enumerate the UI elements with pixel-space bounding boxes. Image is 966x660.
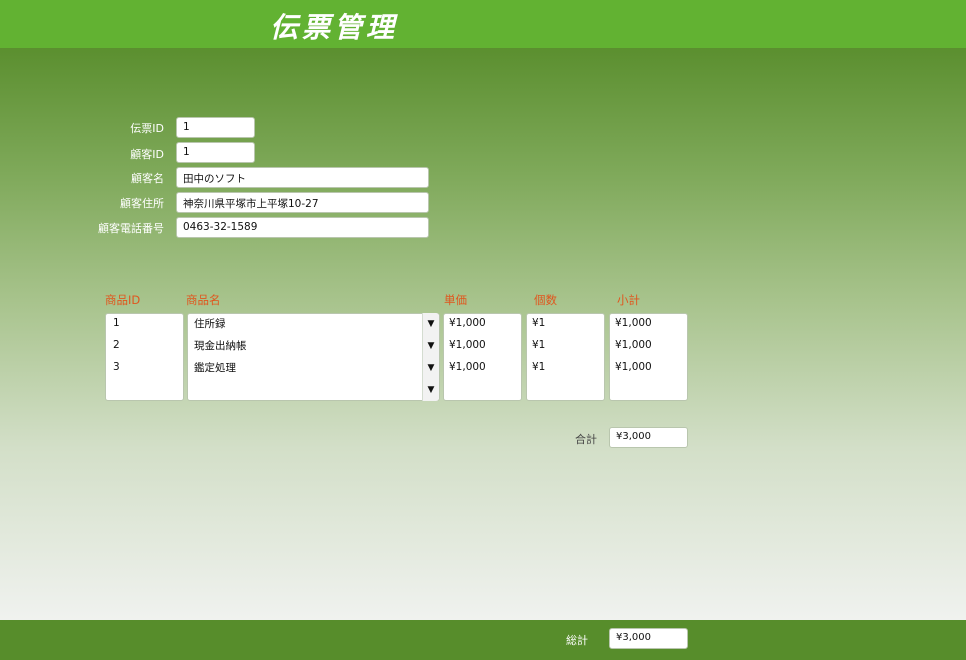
dropdown-arrow-icon[interactable]: ▼ <box>423 336 439 356</box>
dropdown-arrow-icon[interactable]: ▼ <box>423 314 439 334</box>
product-id-cell[interactable]: 3 <box>113 361 120 379</box>
customer-address-field[interactable]: 神奈川県平塚市上平塚10-27 <box>176 192 429 213</box>
col-header-product-name: 商品名 <box>186 293 221 307</box>
footer-bar: 総計 ¥3,000 <box>0 620 966 660</box>
customer-phone-label: 顧客電話番号 <box>98 222 164 235</box>
product-name-cell[interactable]: 鑑定処理 <box>194 360 236 378</box>
quantity-cell[interactable]: ¥1 <box>532 339 545 357</box>
quantity-cell[interactable]: ¥1 <box>532 317 545 335</box>
customer-name-field[interactable]: 田中のソフト <box>176 167 429 188</box>
product-id-cell[interactable]: 2 <box>113 339 120 357</box>
unit-price-list[interactable]: ¥1,000 ¥1,000 ¥1,000 <box>443 313 522 401</box>
quantity-cell[interactable]: ¥1 <box>532 361 545 379</box>
product-name-cell[interactable]: 現金出納帳 <box>194 338 247 356</box>
header-bar: 伝票管理 <box>0 0 966 49</box>
quantity-list[interactable]: ¥1 ¥1 ¥1 <box>526 313 605 401</box>
col-header-product-id: 商品ID <box>105 293 141 307</box>
grand-total-label: 総計 <box>566 634 588 647</box>
unit-price-cell[interactable]: ¥1,000 <box>449 339 486 357</box>
product-name-list[interactable]: 住所録 現金出納帳 鑑定処理 <box>187 313 440 401</box>
customer-name-label: 顧客名 <box>131 172 164 185</box>
unit-price-cell[interactable]: ¥1,000 <box>449 317 486 335</box>
col-header-quantity: 個数 <box>534 293 557 307</box>
grand-total-field[interactable]: ¥3,000 <box>609 628 688 649</box>
product-id-cell[interactable]: 1 <box>113 317 120 335</box>
product-id-list[interactable]: 1 2 3 <box>105 313 184 401</box>
col-header-subtotal: 小計 <box>617 293 640 307</box>
subtotal-list[interactable]: ¥1,000 ¥1,000 ¥1,000 <box>609 313 688 401</box>
product-name-cell[interactable]: 住所録 <box>194 316 226 334</box>
customer-id-field[interactable]: 1 <box>176 142 255 163</box>
col-header-unit-price: 単価 <box>444 293 467 307</box>
voucher-id-label: 伝票ID <box>130 122 164 135</box>
subtotal-cell[interactable]: ¥1,000 <box>615 339 652 357</box>
customer-address-label: 顧客住所 <box>120 197 164 210</box>
customer-phone-field[interactable]: 0463-32-1589 <box>176 217 429 238</box>
dropdown-arrow-icon[interactable]: ▼ <box>423 358 439 378</box>
dropdown-arrow-icon[interactable]: ▼ <box>423 380 439 400</box>
customer-id-label: 顧客ID <box>130 148 164 161</box>
subtotal-cell[interactable]: ¥1,000 <box>615 317 652 335</box>
unit-price-cell[interactable]: ¥1,000 <box>449 361 486 379</box>
voucher-id-field[interactable]: 1 <box>176 117 255 138</box>
page-title: 伝票管理 <box>270 11 399 44</box>
subtotal-cell[interactable]: ¥1,000 <box>615 361 652 379</box>
total-field[interactable]: ¥3,000 <box>609 427 688 448</box>
total-label: 合計 <box>575 433 597 446</box>
